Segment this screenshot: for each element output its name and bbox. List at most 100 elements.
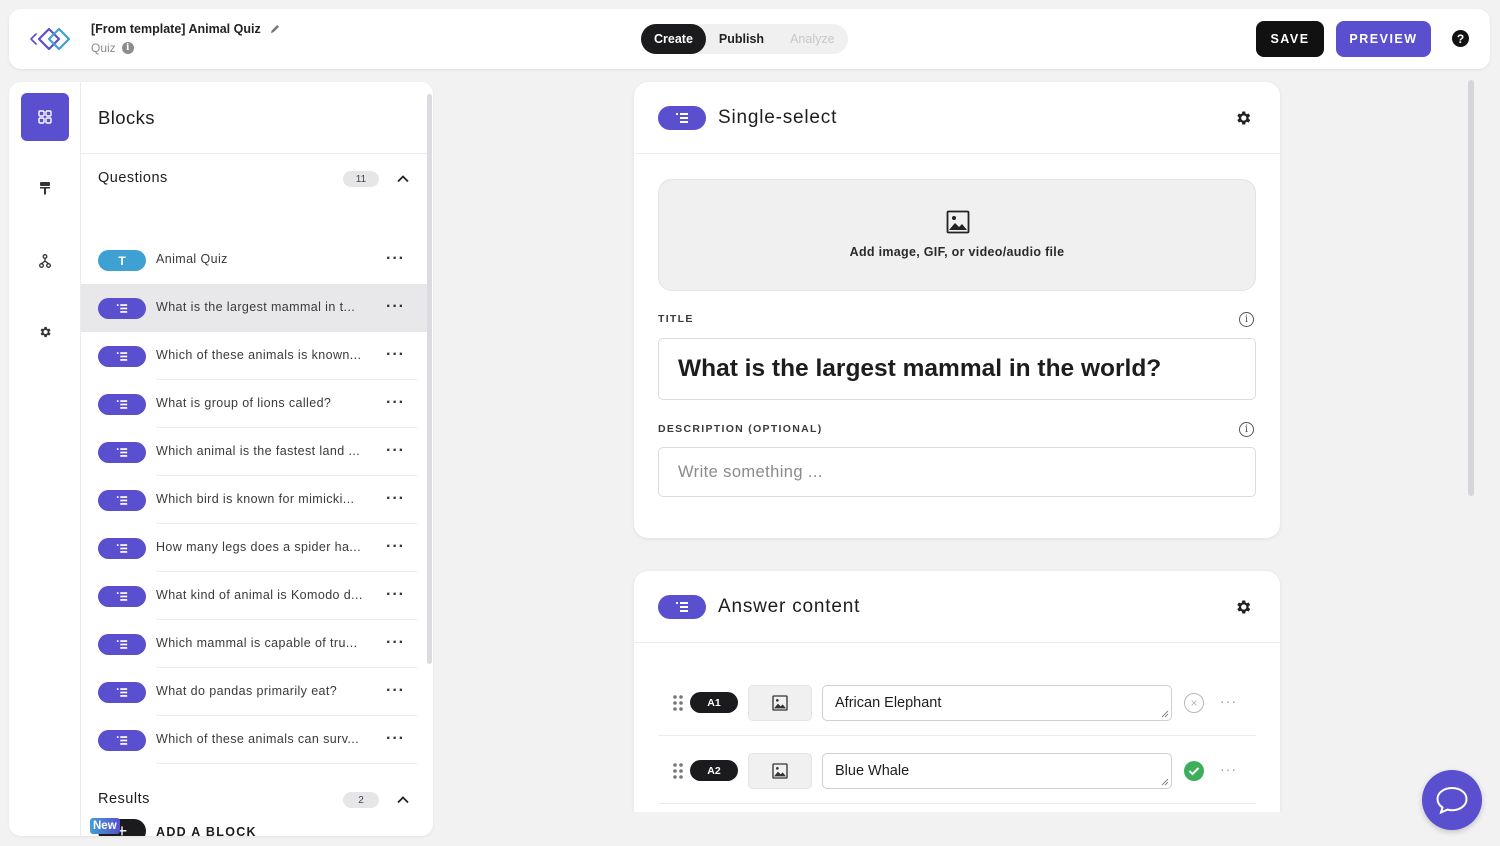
single-select-icon (98, 442, 146, 463)
tab-publish[interactable]: Publish (706, 24, 777, 54)
single-select-icon (98, 730, 146, 751)
question-item-label: How many legs does a spider ha... (156, 540, 361, 554)
results-section-header[interactable]: Results 2 (81, 775, 427, 823)
question-item-label: Which bird is known for mimicki... (156, 492, 355, 506)
question-list-item[interactable]: What kind of animal is Komodo d... ··· (81, 572, 427, 620)
question-list-item[interactable]: How many legs does a spider ha... ··· (81, 524, 427, 572)
questions-label: Questions (98, 170, 168, 186)
more-options-icon[interactable]: ··· (1220, 693, 1237, 709)
preview-button[interactable]: PREVIEW (1336, 21, 1431, 57)
grid-icon (38, 110, 52, 124)
more-options-icon[interactable]: ··· (386, 250, 405, 268)
answer-value: Blue Whale (835, 763, 910, 779)
gear-icon[interactable] (1234, 598, 1252, 616)
question-card: Single-select Add image, GIF, or video/a… (634, 82, 1280, 538)
question-list-item[interactable]: Which of these animals is known... ··· (81, 332, 427, 380)
title-label: TITLE (658, 313, 694, 325)
main-scrollbar[interactable] (1468, 80, 1474, 496)
more-options-icon[interactable]: ··· (386, 586, 405, 604)
gear-icon (40, 326, 51, 338)
chat-bubble-icon (1436, 786, 1468, 815)
question-list-item[interactable]: Which bird is known for mimicki... ··· (81, 476, 427, 524)
answer-value: African Elephant (835, 695, 942, 711)
question-list: T Animal Quiz ··· What is the largest mamma… (81, 236, 427, 764)
more-options-icon[interactable]: ··· (386, 634, 405, 652)
info-icon[interactable]: i (121, 42, 134, 54)
blocks-header: Blocks (81, 82, 427, 154)
answer-row: A2 Blue Whale ··· (658, 736, 1256, 804)
mark-incorrect-icon[interactable]: × (1184, 693, 1204, 713)
media-upload-area[interactable]: Add image, GIF, or video/audio file (658, 179, 1256, 291)
more-options-icon[interactable]: ··· (386, 538, 405, 556)
single-select-icon (98, 586, 146, 607)
resize-handle-icon[interactable] (1161, 710, 1169, 718)
description-input[interactable]: Write something ... (658, 447, 1256, 497)
more-options-icon[interactable]: ··· (386, 730, 405, 748)
paint-roller-icon (40, 182, 50, 195)
add-block-label: ADD A BLOCK (156, 825, 257, 836)
resize-handle-icon[interactable] (1161, 778, 1169, 786)
info-icon[interactable]: i (1239, 312, 1254, 327)
answer-card: Answer content A1 African Elephant × ··· A2 B… (634, 571, 1280, 846)
panel-scrollbar[interactable] (427, 94, 432, 664)
pencil-icon[interactable] (269, 23, 281, 35)
chat-support-button[interactable] (1422, 770, 1482, 830)
chevron-up-icon[interactable] (395, 171, 411, 187)
answer-input[interactable]: Blue Whale (822, 753, 1172, 789)
save-button[interactable]: SAVE (1256, 21, 1324, 57)
text-block-icon: T (98, 250, 146, 271)
image-icon (946, 210, 970, 234)
more-options-icon[interactable]: ··· (1220, 761, 1237, 777)
question-item-label: Which of these animals is known... (156, 348, 362, 362)
more-options-icon[interactable]: ··· (386, 346, 405, 364)
question-item-label: What kind of animal is Komodo d... (156, 588, 363, 602)
drag-handle-icon[interactable] (672, 762, 684, 780)
question-list-item[interactable]: What is the largest mammal in t... ··· (81, 284, 427, 332)
question-list-item[interactable]: What is group of lions called? ··· (81, 380, 427, 428)
questions-count-badge: 11 (343, 171, 379, 187)
question-list-item[interactable]: Which mammal is capable of tru... ··· (81, 620, 427, 668)
rail-blocks-button[interactable] (21, 93, 69, 141)
answer-content-title: Answer content (718, 596, 861, 617)
question-list-item[interactable]: T Animal Quiz ··· (81, 236, 427, 284)
single-select-icon (98, 490, 146, 511)
single-select-icon (98, 682, 146, 703)
answer-image-button[interactable] (748, 685, 812, 721)
divider (658, 803, 1256, 804)
help-icon[interactable]: ? (1452, 30, 1469, 47)
question-item-label: What is the largest mammal in t... (156, 300, 356, 314)
results-count-badge: 2 (343, 792, 379, 808)
tab-create[interactable]: Create (641, 24, 706, 54)
blocks-panel: Blocks Questions 11 T Animal Quiz ··· What … (9, 82, 433, 836)
rail-design-button[interactable] (21, 164, 69, 212)
new-badge: New (90, 818, 120, 834)
question-list-item[interactable]: What do pandas primarily eat? ··· (81, 668, 427, 716)
single-select-icon (98, 538, 146, 559)
document-title[interactable]: [From template] Animal Quiz (91, 22, 281, 36)
more-options-icon[interactable]: ··· (386, 298, 405, 316)
more-options-icon[interactable]: ··· (386, 682, 405, 700)
correct-check-icon[interactable] (1184, 761, 1204, 781)
chevron-up-icon[interactable] (395, 792, 411, 808)
title-input[interactable]: What is the largest mammal in the world? (658, 338, 1256, 400)
more-options-icon[interactable]: ··· (386, 490, 405, 508)
more-options-icon[interactable]: ··· (386, 442, 405, 460)
drag-handle-icon[interactable] (672, 694, 684, 712)
question-list-item[interactable]: Which animal is the fastest land ... ··· (81, 428, 427, 476)
media-upload-label: Add image, GIF, or video/audio file (849, 245, 1065, 259)
document-title-text: [From template] Animal Quiz (91, 22, 261, 36)
answer-row: A1 African Elephant × ··· (658, 668, 1256, 736)
more-options-icon[interactable]: ··· (386, 394, 405, 412)
rail-settings-button[interactable] (21, 308, 69, 356)
rail-logic-button[interactable] (21, 237, 69, 285)
single-select-icon (98, 346, 146, 367)
info-icon[interactable]: i (1239, 422, 1254, 437)
gear-icon[interactable] (1234, 109, 1252, 127)
answer-input[interactable]: African Elephant (822, 685, 1172, 721)
questions-section-header[interactable]: Questions 11 (81, 154, 427, 202)
document-type-text: Quiz (91, 41, 116, 55)
app-logo-back-icon[interactable] (25, 23, 77, 55)
question-list-item[interactable]: Which of these animals can surv... ··· (81, 716, 427, 764)
question-item-label: Which animal is the fastest land ... (156, 444, 361, 458)
answer-image-button[interactable] (748, 753, 812, 789)
